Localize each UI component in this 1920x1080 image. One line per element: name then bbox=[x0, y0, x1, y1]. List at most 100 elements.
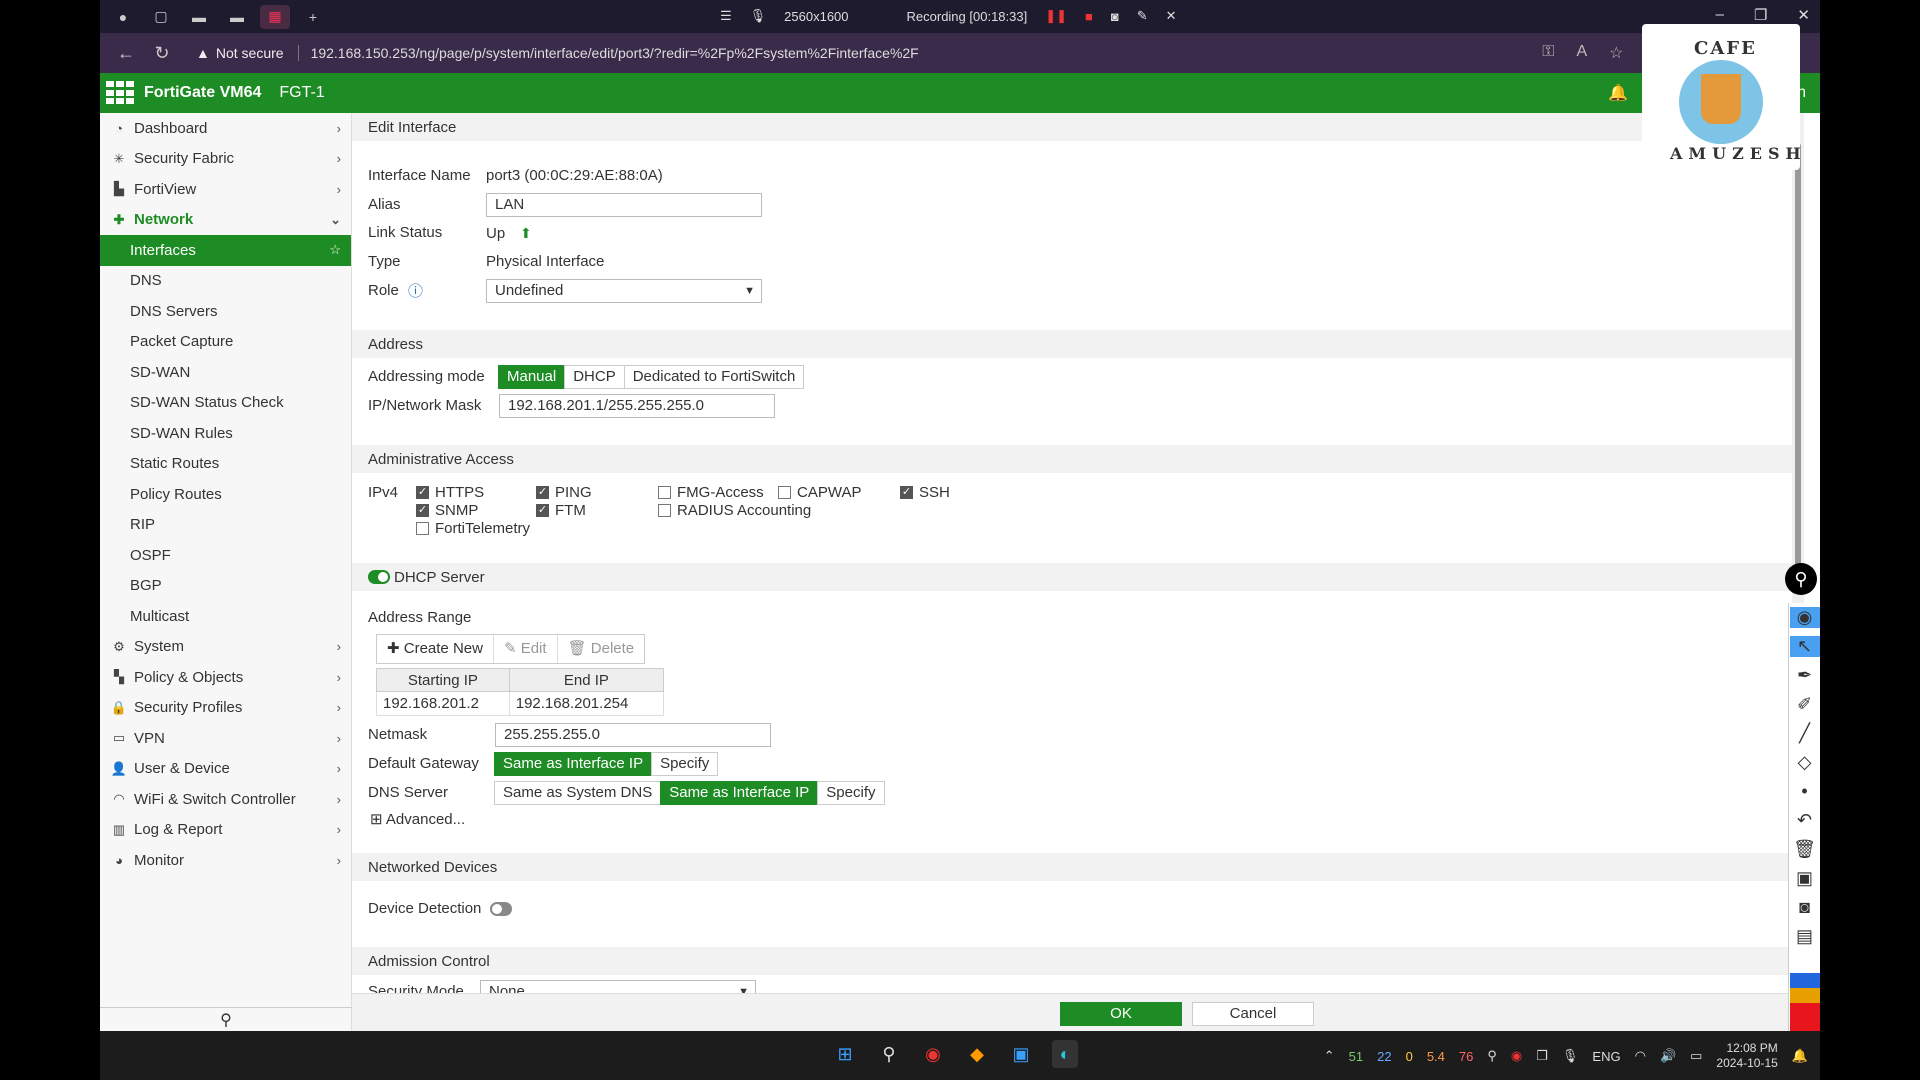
back-icon[interactable]: ← bbox=[108, 43, 144, 64]
mode-fortiswitch-button[interactable]: Dedicated to FortiSwitch bbox=[623, 365, 805, 389]
sidebar-item-rip[interactable]: RIP bbox=[100, 510, 351, 541]
ping-checkbox[interactable]: ✓ PING bbox=[536, 484, 592, 501]
sidebar-item-packet-capture[interactable]: Packet Capture bbox=[100, 327, 351, 358]
undo-icon[interactable]: ↶ bbox=[1797, 810, 1812, 831]
cursor-icon[interactable]: ↖ bbox=[1789, 636, 1820, 657]
edit-button[interactable]: ✎ Edit bbox=[494, 635, 558, 663]
pen-icon[interactable]: ✎ bbox=[1137, 8, 1148, 24]
sidebar-item-sd-wan-status-check[interactable]: SD-WAN Status Check bbox=[100, 388, 351, 419]
alias-input[interactable]: LAN bbox=[486, 193, 762, 217]
mic-tray-icon[interactable]: 🎙 bbox=[1562, 1048, 1579, 1064]
pin-tray-icon[interactable]: ⚲ bbox=[1487, 1048, 1497, 1064]
sidebar-item-ospf[interactable]: OSPF bbox=[100, 540, 351, 571]
sublime-app-icon[interactable]: ◆ bbox=[964, 1040, 990, 1068]
capwap-checkbox[interactable]: CAPWAP bbox=[778, 484, 861, 501]
sidebar-item-user-device[interactable]: 👤 User & Device › bbox=[100, 754, 351, 785]
record-tray-icon[interactable]: ◉ bbox=[1511, 1048, 1522, 1064]
gateway-specify-button[interactable]: Specify bbox=[651, 752, 719, 776]
sidebar-item-fortiview[interactable]: ▙ FortiView › bbox=[100, 174, 351, 205]
role-select[interactable]: Undefined ▼ bbox=[486, 279, 762, 303]
cancel-button[interactable]: Cancel bbox=[1192, 1002, 1314, 1026]
tab-2[interactable]: ▬ bbox=[222, 5, 252, 29]
screen-icon[interactable]: ▣ bbox=[1796, 868, 1813, 889]
radius-accounting-checkbox[interactable]: RADIUS Accounting bbox=[658, 502, 811, 519]
sidebar-item-security-profiles[interactable]: 🔒 Security Profiles › bbox=[100, 693, 351, 724]
fortitelemetry-checkbox[interactable]: FortiTelemetry bbox=[416, 520, 530, 537]
remote-app-icon[interactable]: ▣ bbox=[1008, 1040, 1034, 1068]
ipmask-input[interactable]: 192.168.201.1/255.255.255.0 bbox=[499, 394, 775, 418]
clipboard-icon[interactable]: ▤ bbox=[1796, 926, 1813, 947]
volume-icon[interactable]: 🔊 bbox=[1660, 1048, 1676, 1064]
sidebar-item-monitor[interactable]: ◕ Monitor › bbox=[100, 845, 351, 876]
ftm-checkbox[interactable]: ✓ FTM bbox=[536, 502, 586, 519]
gateway-same-as-interface-button[interactable]: Same as Interface IP bbox=[494, 752, 653, 776]
info-icon[interactable]: ⓘ bbox=[408, 280, 423, 301]
snmp-checkbox[interactable]: ✓ SNMP bbox=[416, 502, 478, 519]
sidebar-item-security-fabric[interactable]: ✳ Security Fabric › bbox=[100, 144, 351, 175]
tab-active[interactable]: ▦ bbox=[260, 4, 290, 29]
eye-icon[interactable]: ◉ bbox=[1789, 607, 1820, 628]
edge-app-icon[interactable]: ◐ bbox=[1052, 1040, 1078, 1068]
tab-actions-icon[interactable]: ▢ bbox=[146, 5, 176, 29]
sidebar-search-button[interactable]: ⚲ bbox=[100, 1007, 352, 1031]
dot-icon[interactable]: • bbox=[1801, 781, 1807, 802]
new-tab-button[interactable]: + bbox=[298, 5, 328, 29]
tab-1[interactable]: ▬ bbox=[184, 5, 214, 29]
wifi-icon[interactable]: ◠ bbox=[1635, 1048, 1646, 1064]
trash-icon[interactable]: 🗑 bbox=[1793, 839, 1816, 860]
sidebar-item-policy-routes[interactable]: Policy Routes bbox=[100, 479, 351, 510]
record-app-icon[interactable]: ◉ bbox=[920, 1040, 946, 1068]
clock[interactable]: 12:08 PM 2024-10-15 bbox=[1716, 1041, 1777, 1071]
advanced-expander[interactable]: ⊞ Advanced... bbox=[370, 810, 465, 828]
url-input[interactable]: 192.168.150.253/ng/page/p/system/interfa… bbox=[297, 45, 919, 61]
battery-icon[interactable]: ▭ bbox=[1690, 1048, 1702, 1064]
app-grid-icon[interactable] bbox=[106, 81, 136, 105]
sidebar-item-policy-objects[interactable]: ▚ Policy & Objects › bbox=[100, 662, 351, 693]
sidebar-item-network[interactable]: ✚ Network ⌄ bbox=[100, 205, 351, 236]
camera-icon[interactable]: ◙ bbox=[1111, 9, 1119, 24]
end-ip-header[interactable]: End IP bbox=[508, 668, 665, 692]
dns-same-as-interface-button[interactable]: Same as Interface IP bbox=[660, 781, 819, 805]
table-row[interactable]: 192.168.201.2 192.168.201.254 bbox=[376, 691, 665, 716]
eraser-icon[interactable]: ◇ bbox=[1798, 752, 1812, 773]
camera-icon[interactable]: ◙ bbox=[1799, 897, 1810, 918]
sidebar-item-sd-wan[interactable]: SD-WAN bbox=[100, 357, 351, 388]
delete-button[interactable]: 🗑 Delete bbox=[558, 635, 645, 663]
sidebar-item-vpn[interactable]: ▭ VPN › bbox=[100, 723, 351, 754]
ssh-checkbox[interactable]: ✓ SSH bbox=[900, 484, 950, 501]
pen-icon[interactable]: ✒ bbox=[1797, 665, 1812, 686]
https-checkbox[interactable]: ✓ HTTPS bbox=[416, 484, 484, 501]
close-recording-icon[interactable]: ✕ bbox=[1166, 8, 1177, 24]
bell-icon[interactable]: 🔔 bbox=[1608, 83, 1628, 103]
star-icon[interactable]: ☆ bbox=[329, 242, 341, 258]
starting-ip-header[interactable]: Starting IP bbox=[376, 668, 510, 692]
language-indicator[interactable]: ENG bbox=[1592, 1049, 1620, 1064]
sidebar-item-dns-servers[interactable]: DNS Servers bbox=[100, 296, 351, 327]
fmg-access-checkbox[interactable]: FMG-Access bbox=[658, 484, 764, 501]
ok-button[interactable]: OK bbox=[1060, 1002, 1182, 1026]
sidebar-item-wifi-switch[interactable]: ◠ WiFi & Switch Controller › bbox=[100, 784, 351, 815]
color-palette[interactable] bbox=[1789, 973, 1820, 1033]
line-icon[interactable]: ╱ bbox=[1799, 723, 1810, 744]
pin-app-icon[interactable]: ⚲ bbox=[876, 1040, 902, 1068]
sidebar-item-sd-wan-rules[interactable]: SD-WAN Rules bbox=[100, 418, 351, 449]
menu-icon[interactable]: ☰ bbox=[720, 8, 732, 24]
read-aloud-icon[interactable]: A bbox=[1576, 43, 1587, 63]
profile-icon[interactable]: ● bbox=[108, 5, 138, 29]
sidebar-item-interfaces[interactable]: Interfaces ☆ bbox=[100, 235, 351, 266]
sidebar-item-multicast[interactable]: Multicast bbox=[100, 601, 351, 632]
restore-icon[interactable]: ❐ bbox=[1754, 6, 1767, 24]
reload-icon[interactable]: ↻ bbox=[144, 43, 180, 64]
close-icon[interactable]: ✕ bbox=[1797, 6, 1810, 24]
pause-icon[interactable]: ❚❚ bbox=[1045, 8, 1067, 24]
sidebar-item-dashboard[interactable]: ◔ Dashboard › bbox=[100, 113, 351, 144]
create-new-button[interactable]: ✚ Create New bbox=[377, 635, 494, 663]
dns-specify-button[interactable]: Specify bbox=[817, 781, 885, 805]
sidebar-item-bgp[interactable]: BGP bbox=[100, 571, 351, 602]
minimize-icon[interactable]: – bbox=[1716, 6, 1724, 24]
dhcp-server-toggle[interactable] bbox=[368, 570, 390, 584]
key-icon[interactable]: ⚿ bbox=[1542, 43, 1554, 63]
copy-tray-icon[interactable]: ❐ bbox=[1536, 1048, 1548, 1064]
dns-same-as-system-button[interactable]: Same as System DNS bbox=[494, 781, 662, 805]
tray-overflow-icon[interactable]: ⌃ bbox=[1324, 1048, 1335, 1064]
